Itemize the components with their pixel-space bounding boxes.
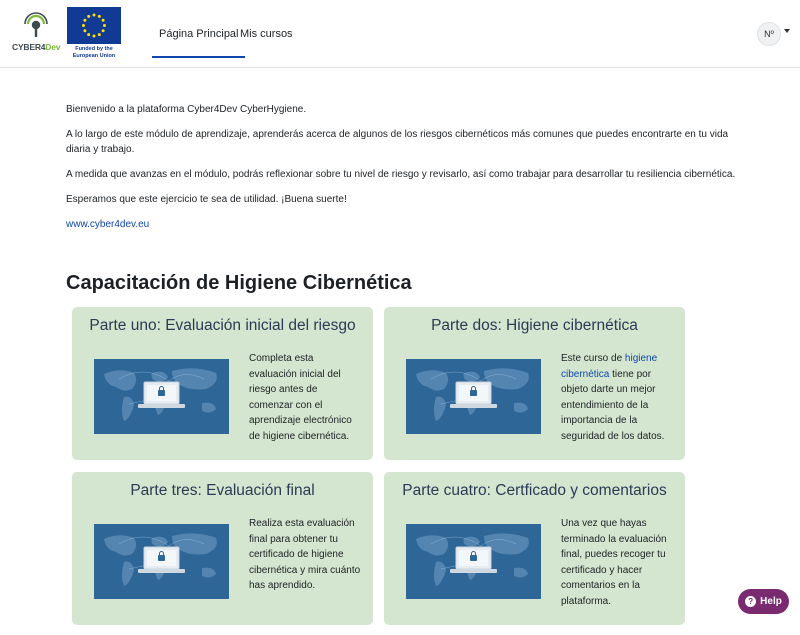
cyber4dev-logo-icon (24, 12, 48, 37)
nav-my-courses-link[interactable]: Mis cursos (240, 28, 293, 40)
intro-paragraph: A medida que avanzas en el módulo, podrá… (66, 169, 736, 180)
cyber4dev-logo[interactable]: CYBER4Dev (12, 10, 60, 58)
card-title: Parte tres: Evaluación final (130, 482, 315, 499)
logo-text: CYBER4Dev (12, 42, 61, 52)
eu-caption: Funded by the European Union (72, 46, 116, 59)
caret-down-icon[interactable] (784, 29, 790, 33)
help-button[interactable]: ? Help (738, 589, 789, 614)
intro-paragraph: Esperamos que este ejercicio te sea de u… (66, 194, 347, 205)
card-description: Completa esta evaluación inicial del rie… (249, 353, 352, 442)
world-map-laptop-image (406, 359, 541, 434)
card-title: Parte cuatro: Certficado y comentarios (402, 482, 667, 499)
section-title: Capacitación de Higiene Cibernética (66, 272, 412, 294)
question-circle-icon: ? (745, 596, 757, 607)
intro-paragraph: Bienvenido a la plataforma Cyber4Dev Cyb… (66, 104, 307, 115)
eu-funding-logo: Funded by the European Union (67, 7, 121, 63)
help-label: Help (760, 596, 782, 607)
course-card-part-two[interactable]: Parte dos: Higiene cibernética Este curs… (384, 307, 685, 460)
course-card-part-one[interactable]: Parte uno: Evaluación inicial del riesgo… (72, 307, 373, 460)
card-title: Parte uno: Evaluación inicial del riesgo (89, 317, 356, 334)
intro-section: Bienvenido a la plataforma Cyber4Dev Cyb… (66, 102, 746, 242)
world-map-laptop-image (406, 524, 541, 599)
intro-paragraph: A lo largo de este módulo de aprendizaje… (66, 129, 729, 155)
course-card-part-three[interactable]: Parte tres: Evaluación final Realiza est… (72, 472, 373, 625)
nav-home-link[interactable]: Página Principal (152, 28, 245, 58)
eu-flag-icon (67, 7, 121, 44)
card-description: Una vez que hayas terminado la evaluació… (561, 518, 667, 607)
website-link[interactable]: www.cyber4dev.eu (66, 219, 149, 230)
course-card-part-four[interactable]: Parte cuatro: Certficado y comentarios U… (384, 472, 685, 625)
card-title: Parte dos: Higiene cibernética (431, 317, 638, 334)
world-map-laptop-image (94, 524, 229, 599)
world-map-laptop-image (94, 359, 229, 434)
card-description: Este curso de higiene cibernética tiene … (561, 353, 665, 442)
top-navbar: CYBER4Dev Funded by the European Union P… (0, 0, 800, 68)
user-avatar[interactable]: Nº (757, 22, 781, 46)
card-description: Realiza esta evaluación final para obten… (249, 518, 361, 591)
